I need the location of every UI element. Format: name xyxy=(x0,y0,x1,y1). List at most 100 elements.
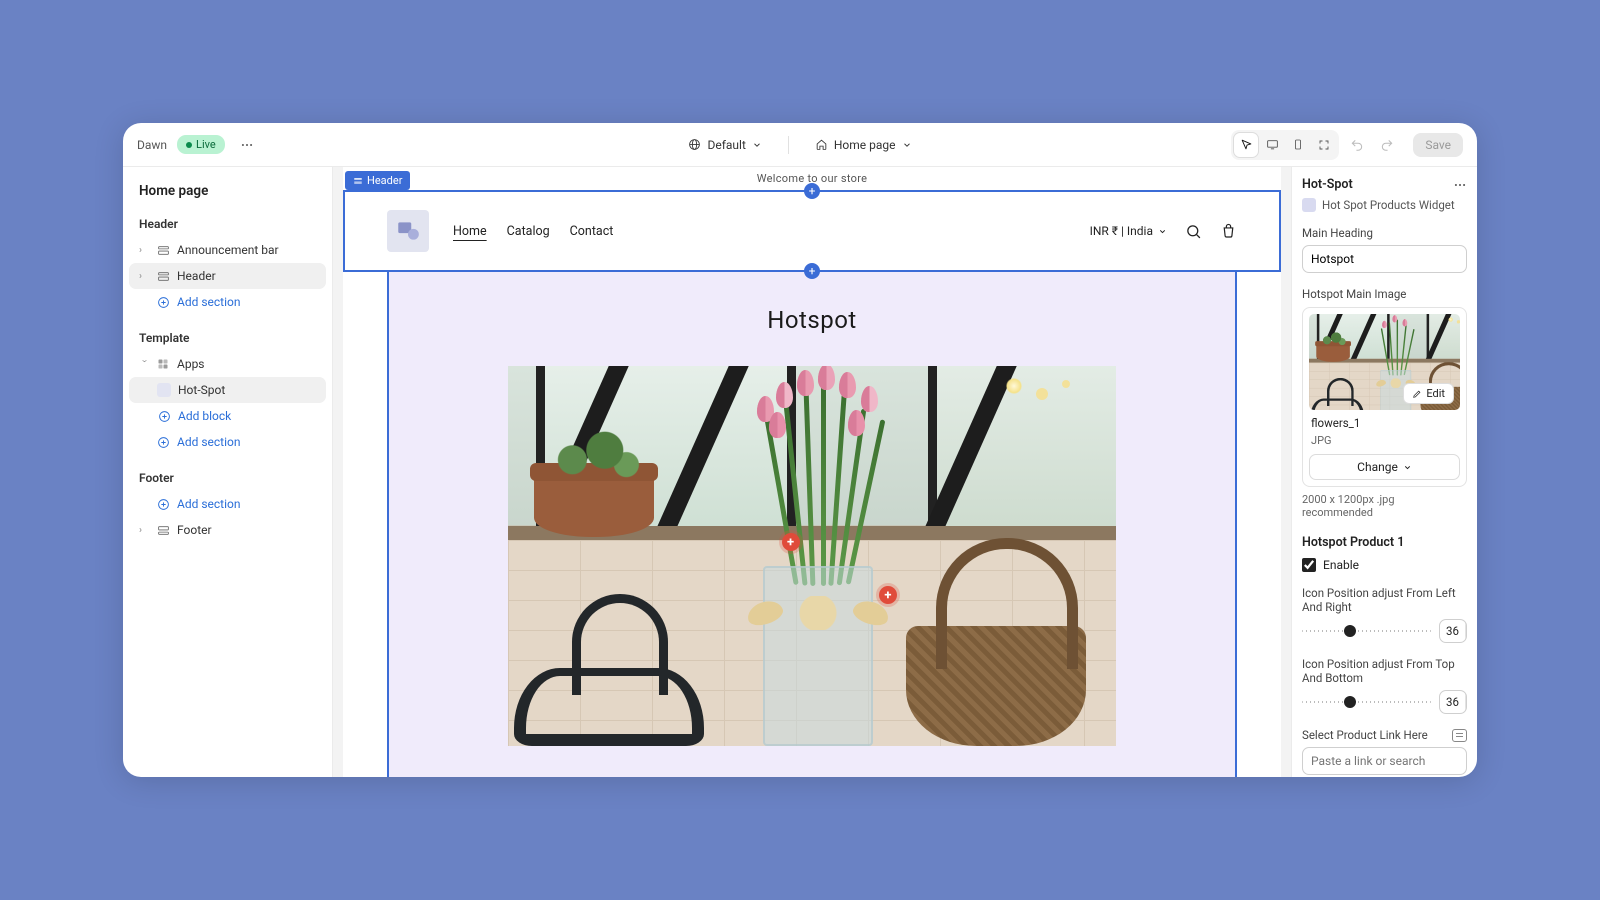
group-template: Template xyxy=(129,325,326,351)
nav-catalog[interactable]: Catalog xyxy=(507,224,550,239)
row-label: Announcement bar xyxy=(177,243,279,257)
template-selector[interactable]: Default xyxy=(680,134,769,156)
app-icon xyxy=(156,357,170,371)
app-icon xyxy=(1302,198,1316,212)
hotspot-section[interactable]: Hotspot xyxy=(387,272,1237,777)
page-selector[interactable]: Home page xyxy=(807,134,920,156)
row-header[interactable]: › Header xyxy=(129,263,326,289)
group-footer: Footer xyxy=(129,465,326,491)
chevron-right-icon: › xyxy=(139,271,149,282)
main-heading-label: Main Heading xyxy=(1302,226,1467,240)
hotspot-point-1[interactable]: + xyxy=(782,533,800,551)
canvas-wrap: Header Welcome to our store + Home Catal… xyxy=(333,167,1291,777)
plus-circle-icon xyxy=(156,295,170,309)
section-icon xyxy=(156,243,170,257)
nav-home[interactable]: Home xyxy=(453,224,487,239)
globe-icon xyxy=(688,138,701,151)
desktop-icon[interactable] xyxy=(1260,133,1284,157)
add-block[interactable]: Add block xyxy=(129,403,326,429)
site-nav: Home Catalog Contact xyxy=(453,224,613,239)
theme-name: Dawn xyxy=(137,138,167,152)
image-thumbnail[interactable]: Edit xyxy=(1309,314,1460,410)
selection-label[interactable]: Header xyxy=(345,171,410,190)
chevron-down-icon: › xyxy=(139,359,150,369)
file-type: JPG xyxy=(1311,434,1458,447)
section-icon xyxy=(156,269,170,283)
pos-lr-label: Icon Position adjust From Left And Right xyxy=(1302,586,1467,614)
main-heading-input[interactable] xyxy=(1302,245,1467,273)
enable-label: Enable xyxy=(1323,558,1359,572)
row-label: Add block xyxy=(178,409,231,423)
app-window: Dawn Live Default Home page xyxy=(123,123,1477,777)
pos-tb-label: Icon Position adjust From Top And Bottom xyxy=(1302,657,1467,685)
file-name: flowers_1 xyxy=(1311,416,1458,430)
change-button[interactable]: Change xyxy=(1309,454,1460,480)
enable-checkbox[interactable]: Enable xyxy=(1302,558,1467,572)
nav-contact[interactable]: Contact xyxy=(570,224,614,239)
topbar: Dawn Live Default Home page xyxy=(123,123,1477,167)
image-hint: 2000 x 1200px .jpg recommended xyxy=(1302,493,1467,519)
cart-icon[interactable] xyxy=(1220,223,1237,240)
panel-subtitle: Hot Spot Products Widget xyxy=(1302,198,1467,212)
section-icon xyxy=(353,176,363,186)
chevron-down-icon xyxy=(1403,463,1412,472)
pos-tb-slider[interactable] xyxy=(1302,701,1431,703)
row-label: Apps xyxy=(177,357,205,371)
inspector-icon[interactable] xyxy=(1234,133,1258,157)
status-badge: Live xyxy=(177,135,225,154)
row-label: Hot-Spot xyxy=(178,383,225,397)
add-before-icon[interactable]: + xyxy=(804,183,820,199)
add-section-template[interactable]: Add section xyxy=(129,429,326,455)
image-card: Edit flowers_1 JPG Change xyxy=(1302,307,1467,487)
fullscreen-icon[interactable] xyxy=(1312,133,1336,157)
more-icon[interactable] xyxy=(1453,178,1467,192)
search-icon[interactable] xyxy=(1185,223,1202,240)
home-icon xyxy=(815,138,828,151)
undo-icon[interactable] xyxy=(1345,133,1369,157)
plus-circle-icon xyxy=(157,409,171,423)
row-label: Footer xyxy=(177,523,212,537)
pos-lr-value[interactable]: 36% xyxy=(1439,619,1467,643)
section-icon xyxy=(156,523,170,537)
image-label: Hotspot Main Image xyxy=(1302,287,1467,301)
separator xyxy=(788,136,789,154)
hotspot-heading: Hotspot xyxy=(389,272,1235,344)
chevron-right-icon: › xyxy=(139,245,149,256)
chevron-down-icon xyxy=(752,140,762,150)
chevron-right-icon: › xyxy=(139,525,149,536)
row-announcement[interactable]: › Announcement bar xyxy=(129,237,326,263)
resource-icon[interactable] xyxy=(1452,729,1467,742)
row-hotspot[interactable]: Hot-Spot xyxy=(129,377,326,403)
plus-circle-icon xyxy=(156,497,170,511)
pos-tb-value[interactable]: 36% xyxy=(1439,690,1467,714)
mobile-icon[interactable] xyxy=(1286,133,1310,157)
site-header: Home Catalog Contact INR ₹ | India xyxy=(345,192,1279,270)
row-label: Header xyxy=(177,269,216,283)
group-header: Header xyxy=(129,211,326,237)
more-icon[interactable] xyxy=(235,133,259,157)
select-link-label: Select Product Link Here xyxy=(1302,728,1428,742)
pos-lr-slider[interactable] xyxy=(1302,630,1431,632)
save-button[interactable]: Save xyxy=(1413,133,1463,157)
currency-selector[interactable]: INR ₹ | India xyxy=(1090,224,1167,238)
panel-title: Hot-Spot xyxy=(1302,177,1353,192)
row-footer[interactable]: › Footer xyxy=(129,517,326,543)
row-apps[interactable]: › Apps xyxy=(129,351,326,377)
row-label: Add section xyxy=(177,497,241,511)
row-label: Add section xyxy=(177,295,241,309)
redo-icon[interactable] xyxy=(1375,133,1399,157)
add-section-header[interactable]: Add section xyxy=(129,289,326,315)
site-logo[interactable] xyxy=(387,210,429,252)
pencil-icon xyxy=(1412,389,1422,399)
right-panel: Hot-Spot Hot Spot Products Widget Main H… xyxy=(1291,167,1477,777)
header-selection[interactable]: + Home Catalog Contact INR ₹ | India xyxy=(343,190,1281,272)
link-input[interactable] xyxy=(1302,747,1467,775)
preview-canvas: Welcome to our store + Home Catalog Cont… xyxy=(343,167,1281,777)
chevron-down-icon xyxy=(902,140,912,150)
plus-circle-icon xyxy=(156,435,170,449)
add-after-icon[interactable]: + xyxy=(804,263,820,279)
edit-image-button[interactable]: Edit xyxy=(1403,383,1454,404)
hotspot-image: + + xyxy=(508,366,1116,746)
add-section-footer[interactable]: Add section xyxy=(129,491,326,517)
left-panel: Home page Header › Announcement bar › He… xyxy=(123,167,333,777)
